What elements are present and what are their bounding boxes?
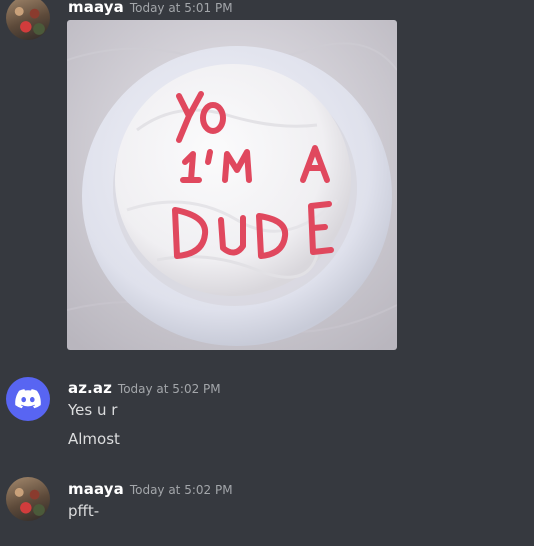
user-avatar[interactable] (6, 377, 50, 421)
message-header: maaya Today at 5:01 PM (68, 0, 233, 16)
timestamp: Today at 5:01 PM (129, 1, 233, 15)
message-group: maaya Today at 5:01 PM (0, 0, 534, 356)
username[interactable]: az.az (68, 379, 112, 397)
discord-logo-icon (15, 389, 41, 409)
cake-photo (67, 20, 397, 350)
message-header: maaya Today at 5:02 PM (68, 479, 233, 498)
username[interactable]: maaya (68, 0, 124, 16)
message-header: az.az Today at 5:02 PM (68, 378, 221, 397)
timestamp: Today at 5:02 PM (129, 483, 233, 497)
username[interactable]: maaya (68, 480, 124, 498)
user-avatar[interactable] (6, 0, 50, 40)
message-text: pfft- (68, 502, 100, 520)
message-text: Yes u r (68, 401, 118, 419)
user-avatar[interactable] (6, 477, 50, 521)
message-group: az.az Today at 5:02 PM Yes u r Almost (0, 372, 534, 462)
chat-message-list: maaya Today at 5:01 PM az.az Today at 5:… (0, 0, 534, 546)
image-attachment[interactable] (67, 20, 397, 350)
message-text: Almost (68, 430, 120, 448)
message-group: maaya Today at 5:02 PM pfft- (0, 476, 534, 546)
timestamp: Today at 5:02 PM (117, 382, 221, 396)
